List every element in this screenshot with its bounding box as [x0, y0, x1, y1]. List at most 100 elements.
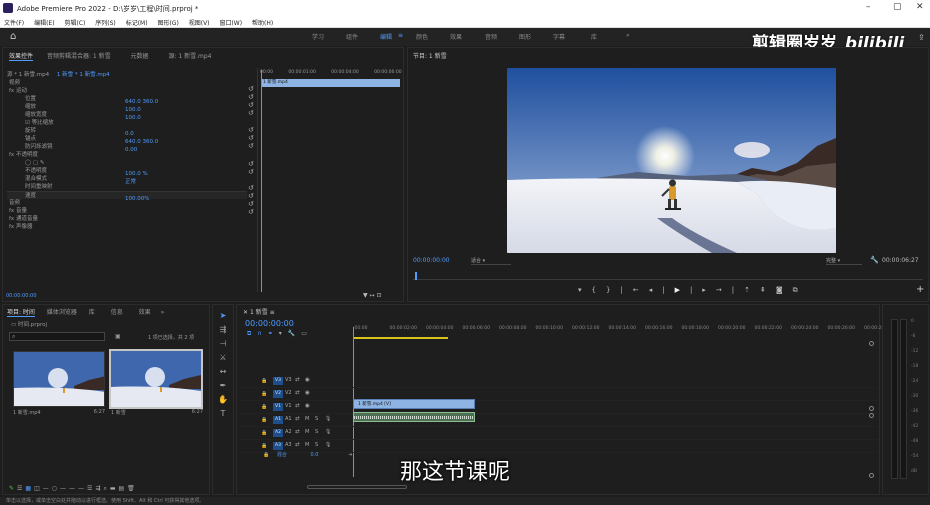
- project-item-thumbnail-selected[interactable]: [109, 349, 203, 409]
- source-patch[interactable]: V2: [273, 390, 283, 398]
- menu-sequence[interactable]: 序列(S): [95, 20, 116, 27]
- tab-effects[interactable]: 效果: [139, 309, 151, 316]
- go-to-end-icon[interactable]: ⇥: [348, 452, 352, 458]
- menu-help[interactable]: 帮助(H): [252, 20, 273, 27]
- workspace-tab-libraries[interactable]: 库: [591, 32, 597, 41]
- mix-volume[interactable]: 0.0: [310, 452, 318, 458]
- panel-more-icon[interactable]: »: [161, 309, 165, 316]
- sync-lock-icon[interactable]: ⇄: [295, 416, 300, 422]
- camera-icon[interactable]: ◙: [776, 286, 793, 294]
- solo-button[interactable]: S: [315, 442, 318, 448]
- source-patch[interactable]: A1: [273, 416, 283, 424]
- workspace-menu-icon[interactable]: ≡: [398, 32, 403, 39]
- close-button[interactable]: ✕: [916, 2, 924, 12]
- source-patch[interactable]: V3: [273, 377, 283, 385]
- zoom-slider[interactable]: —○———: [43, 485, 87, 492]
- workspace-more-button[interactable]: »: [626, 32, 630, 39]
- tab-audio-clip-mixer[interactable]: 音频剪辑混合器: 1 新雪: [47, 53, 111, 60]
- workspace-tab-learn[interactable]: 学习: [312, 32, 324, 41]
- minimize-button[interactable]: –: [866, 2, 871, 12]
- lock-icon[interactable]: 🔒: [263, 452, 269, 458]
- workspace-tab-audio[interactable]: 音频: [485, 32, 497, 41]
- effect-property-row[interactable]: fx 运动: [7, 87, 247, 95]
- slip-tool-icon[interactable]: ↔: [217, 367, 229, 378]
- mark-out-icon[interactable]: }: [606, 286, 620, 294]
- export-icon[interactable]: ⇪: [918, 33, 925, 42]
- razor-tool-icon[interactable]: ⚔: [217, 353, 229, 364]
- program-playhead[interactable]: [415, 272, 417, 280]
- lock-icon[interactable]: 🔒: [261, 404, 267, 410]
- menu-edit[interactable]: 编辑(E): [34, 20, 54, 27]
- icon-view-icon[interactable]: ▦: [25, 485, 34, 492]
- lock-icon[interactable]: 🔒: [261, 443, 267, 449]
- effect-property-row[interactable]: 不透明度 100.0 %: [7, 167, 247, 177]
- ripple-edit-tool-icon[interactable]: ⊣: [217, 339, 229, 350]
- track-select-tool-icon[interactable]: ⇶: [217, 325, 229, 336]
- workspace-tab-graphics[interactable]: 图形: [519, 32, 531, 41]
- source-patch[interactable]: A2: [273, 429, 283, 437]
- effect-property-row[interactable]: ◯ ▢ ✎: [7, 159, 247, 167]
- pen-tool-icon[interactable]: ✒: [217, 381, 229, 392]
- solo-button[interactable]: S: [315, 429, 318, 435]
- project-file-name[interactable]: ▭ 时间.prproj: [11, 320, 47, 328]
- sequence-clip-label[interactable]: 1 新雪 * 1 新雪.mp4: [57, 72, 110, 78]
- nest-icon[interactable]: ⧉: [247, 330, 257, 337]
- workspace-tab-assembly[interactable]: 组件: [346, 32, 358, 41]
- workspace-tab-captions[interactable]: 字幕: [553, 32, 565, 41]
- tab-effect-controls[interactable]: 效果控件: [9, 53, 34, 61]
- program-monitor-title[interactable]: 节目: 1 新雪: [413, 51, 447, 60]
- type-tool-icon[interactable]: T: [217, 409, 229, 420]
- effect-property-row[interactable]: fx 声像器: [7, 223, 247, 231]
- trash-icon[interactable]: 🗑: [127, 485, 138, 492]
- program-timecode[interactable]: 00:00:00:00: [413, 257, 450, 264]
- tab-source[interactable]: 源: 1 新雪.mp4: [168, 53, 211, 60]
- sync-lock-icon[interactable]: ⇄: [295, 390, 300, 396]
- effect-property-row[interactable]: 位置 640.0 360.0: [7, 95, 247, 105]
- project-search-input[interactable]: ⌕: [9, 332, 105, 341]
- effect-property-row[interactable]: 视频: [7, 79, 247, 87]
- mini-playhead[interactable]: [261, 70, 262, 292]
- microphone-icon[interactable]: 🎙: [325, 416, 331, 422]
- toggle-output-eye-icon[interactable]: ◉: [305, 377, 310, 383]
- effect-property-row[interactable]: 速度 100.00%: [7, 191, 247, 202]
- program-video-frame[interactable]: [507, 68, 836, 253]
- lock-icon[interactable]: 🔒: [261, 430, 267, 436]
- sync-lock-icon[interactable]: ⇄: [295, 403, 300, 409]
- solo-button[interactable]: S: [315, 416, 318, 422]
- timeline-vertical-scroll[interactable]: [869, 341, 874, 483]
- toggle-output-eye-icon[interactable]: ◉: [305, 390, 310, 396]
- menu-clip[interactable]: 剪辑(C): [64, 20, 85, 27]
- effect-property-value[interactable]: 0.00: [125, 147, 137, 153]
- lock-icon[interactable]: 🔒: [261, 391, 267, 397]
- add-marker-timeline-icon[interactable]: ▾: [279, 330, 288, 337]
- program-scrub-bar[interactable]: [413, 272, 923, 280]
- selection-tool-icon[interactable]: ➤: [217, 311, 229, 322]
- work-area-bar[interactable]: [353, 337, 448, 339]
- effect-property-row[interactable]: 缩放 100.0: [7, 103, 247, 113]
- timeline-timecode[interactable]: 00:00:00:00: [245, 319, 294, 328]
- effect-property-row[interactable]: 防闪烁滤镜 0.00: [7, 143, 247, 153]
- track-header-a2[interactable]: 🔒 A2 A2 ⇄ M S 🎙: [237, 427, 877, 440]
- new-item-icon[interactable]: ▤: [118, 485, 127, 492]
- menu-marker[interactable]: 标记(M): [126, 20, 148, 27]
- source-clip-label[interactable]: 源 * 1 新雪.mp4: [7, 72, 49, 78]
- tab-metadata[interactable]: 元数据: [131, 53, 149, 60]
- timeline-zoom-scrollbar[interactable]: [307, 485, 407, 489]
- effect-property-row[interactable]: fx 音量: [7, 207, 247, 215]
- effect-property-row[interactable]: 旋转 0.0: [7, 127, 247, 137]
- menu-view[interactable]: 视图(V): [189, 20, 210, 27]
- mute-button[interactable]: M: [305, 442, 309, 448]
- add-button-icon[interactable]: +: [916, 284, 924, 295]
- track-header-v2[interactable]: 🔒 V2 V2 ⇄ ◉: [237, 388, 877, 401]
- fit-dropdown[interactable]: 适合 ▾: [471, 257, 511, 265]
- tab-project[interactable]: 项目: 时间: [7, 309, 35, 317]
- timeline-settings-icon[interactable]: 🔧: [288, 330, 301, 337]
- home-icon[interactable]: ⌂: [10, 31, 16, 42]
- quality-dropdown[interactable]: 完整 ▾: [826, 257, 862, 265]
- linked-selection-icon[interactable]: ⚭: [268, 330, 279, 337]
- sync-lock-icon[interactable]: ⇄: [295, 429, 300, 435]
- effect-property-value[interactable]: 正常: [125, 179, 136, 185]
- go-to-out-icon[interactable]: →|: [716, 286, 744, 294]
- mute-button[interactable]: M: [305, 429, 309, 435]
- step-back-icon[interactable]: ◂|: [649, 286, 675, 294]
